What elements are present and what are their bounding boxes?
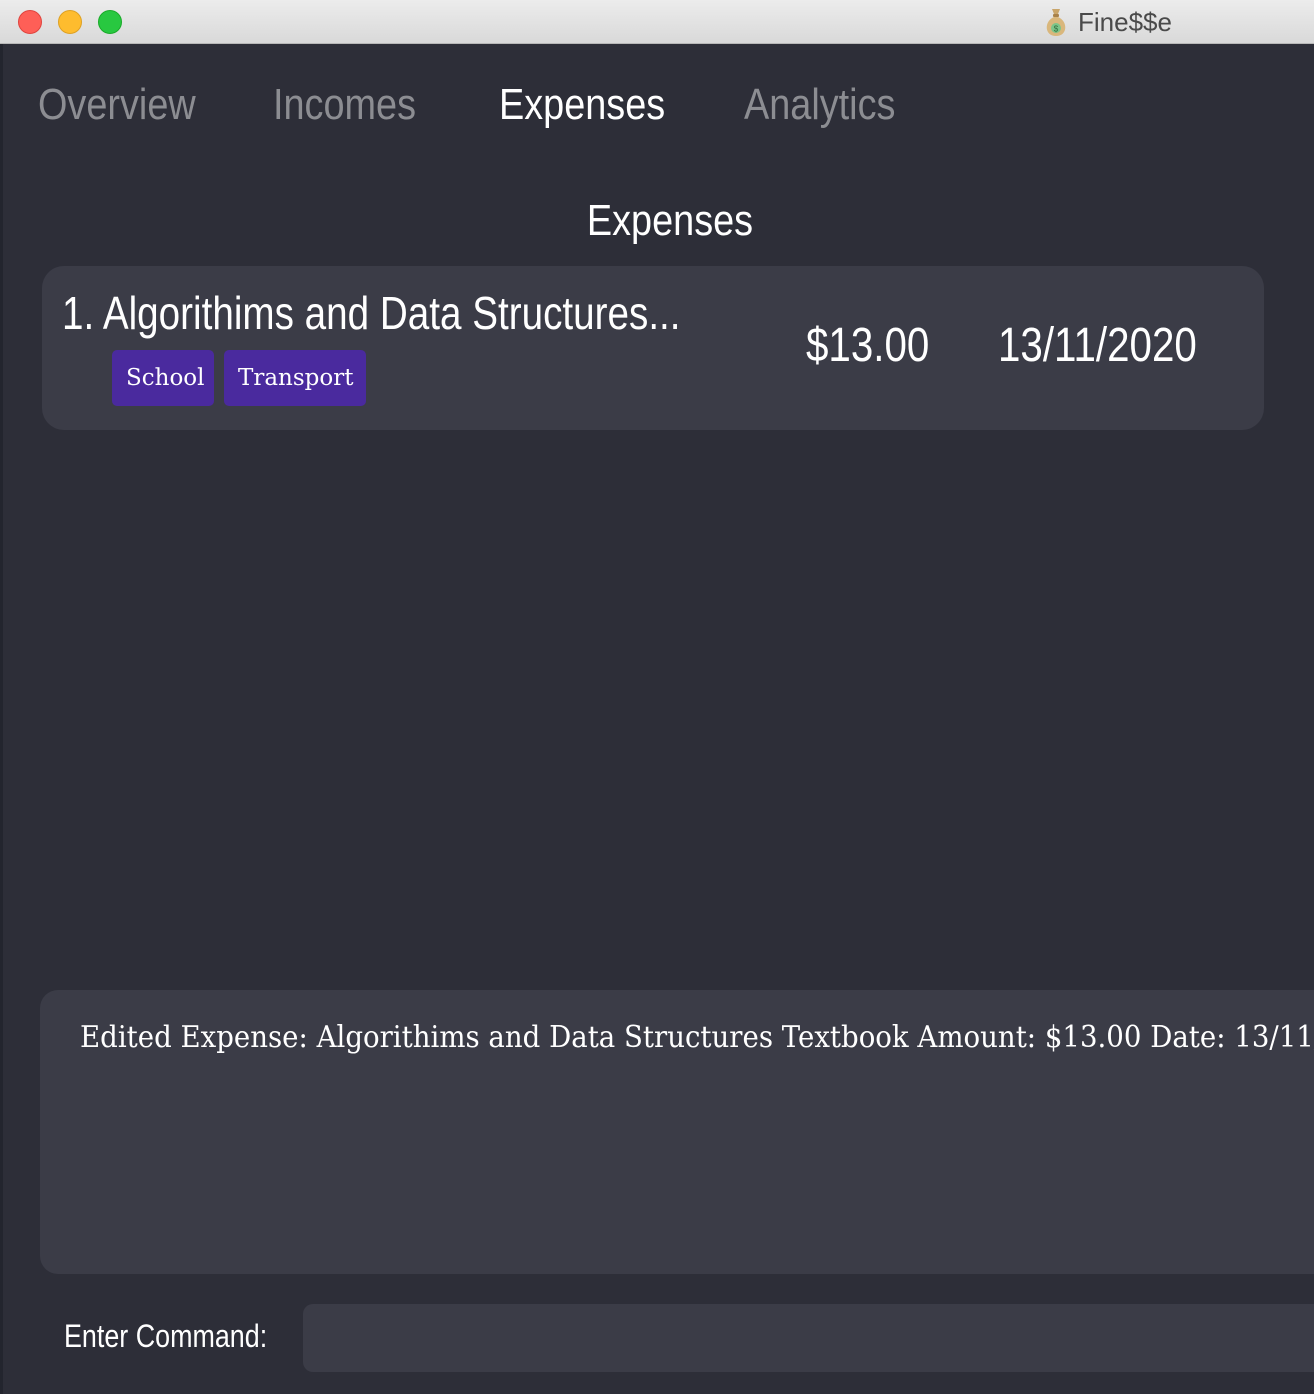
expense-card[interactable]: 1. Algorithims and Data Structures... Sc… <box>42 266 1264 430</box>
window-titlebar: $ Fine$$e <box>0 0 1314 44</box>
expense-title: 1. Algorithims and Data Structures... <box>62 287 681 339</box>
window-title-group: $ Fine$$e <box>1042 6 1172 38</box>
expense-date: 13/11/2020 <box>998 319 1197 372</box>
minimize-window-button[interactable] <box>58 10 82 34</box>
result-message: Edited Expense: Algorithims and Data Str… <box>80 1020 1314 1055</box>
maximize-window-button[interactable] <box>98 10 122 34</box>
tag-transport: Transport <box>224 350 366 406</box>
close-window-button[interactable] <box>18 10 42 34</box>
command-input[interactable] <box>303 1304 1314 1372</box>
svg-text:$: $ <box>1054 25 1059 34</box>
tab-overview[interactable]: Overview <box>38 80 196 130</box>
expense-amount: $13.00 <box>806 319 930 372</box>
tab-incomes[interactable]: Incomes <box>273 80 416 130</box>
command-label: Enter Command: <box>64 1318 268 1354</box>
tab-analytics[interactable]: Analytics <box>744 80 895 130</box>
window-left-edge <box>0 44 3 1394</box>
tag-school: School <box>112 350 214 406</box>
result-display: Edited Expense: Algorithims and Data Str… <box>40 990 1314 1274</box>
money-bag-icon: $ <box>1046 9 1066 36</box>
page-title: Expenses <box>586 196 754 245</box>
tab-expenses[interactable]: Expenses <box>499 80 665 130</box>
window-title: Fine$$e <box>1078 6 1172 37</box>
